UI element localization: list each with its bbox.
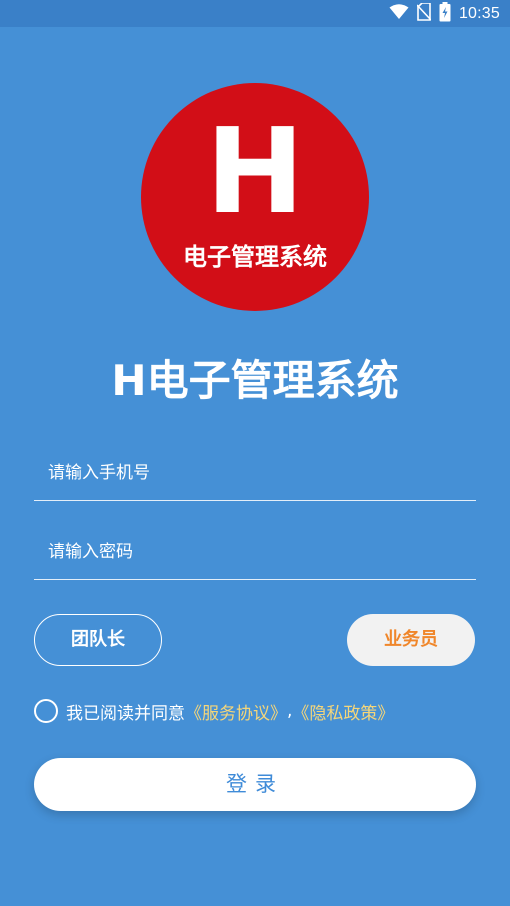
agreement-text: 我已阅读并同意 — [66, 703, 185, 724]
password-input[interactable] — [48, 535, 468, 569]
login-button[interactable]: 登录 — [34, 758, 476, 811]
wifi-icon — [389, 4, 409, 24]
phone-input[interactable] — [48, 456, 468, 490]
phone-field — [34, 450, 476, 501]
agreement-checkbox[interactable] — [34, 699, 58, 723]
role-team-leader-button[interactable]: 团队长 — [34, 614, 162, 666]
no-sim-icon — [416, 2, 432, 25]
battery-charging-icon — [439, 2, 451, 26]
role-salesperson-button[interactable]: 业务员 — [347, 614, 475, 666]
logo-letter: H — [205, 102, 305, 240]
app-logo: H 电子管理系统 — [141, 83, 369, 311]
status-bar: 10:35 — [0, 0, 510, 27]
agreement-row: 我已阅读并同意 《服务协议》 , 《隐私政策》 — [34, 698, 394, 724]
login-screen: 10:35 H 电子管理系统 H电子管理系统 团队长 业务员 我已阅读并同意 《… — [0, 0, 510, 906]
clock-time: 10:35 — [458, 5, 500, 22]
password-field — [34, 529, 476, 580]
logo-text: 电子管理系统 — [183, 243, 327, 271]
privacy-policy-link[interactable]: 《隐私政策》 — [292, 699, 394, 724]
status-icons: 10:35 — [389, 2, 500, 26]
page-title: H电子管理系统 — [111, 356, 399, 405]
service-agreement-link[interactable]: 《服务协议》 — [185, 699, 287, 724]
